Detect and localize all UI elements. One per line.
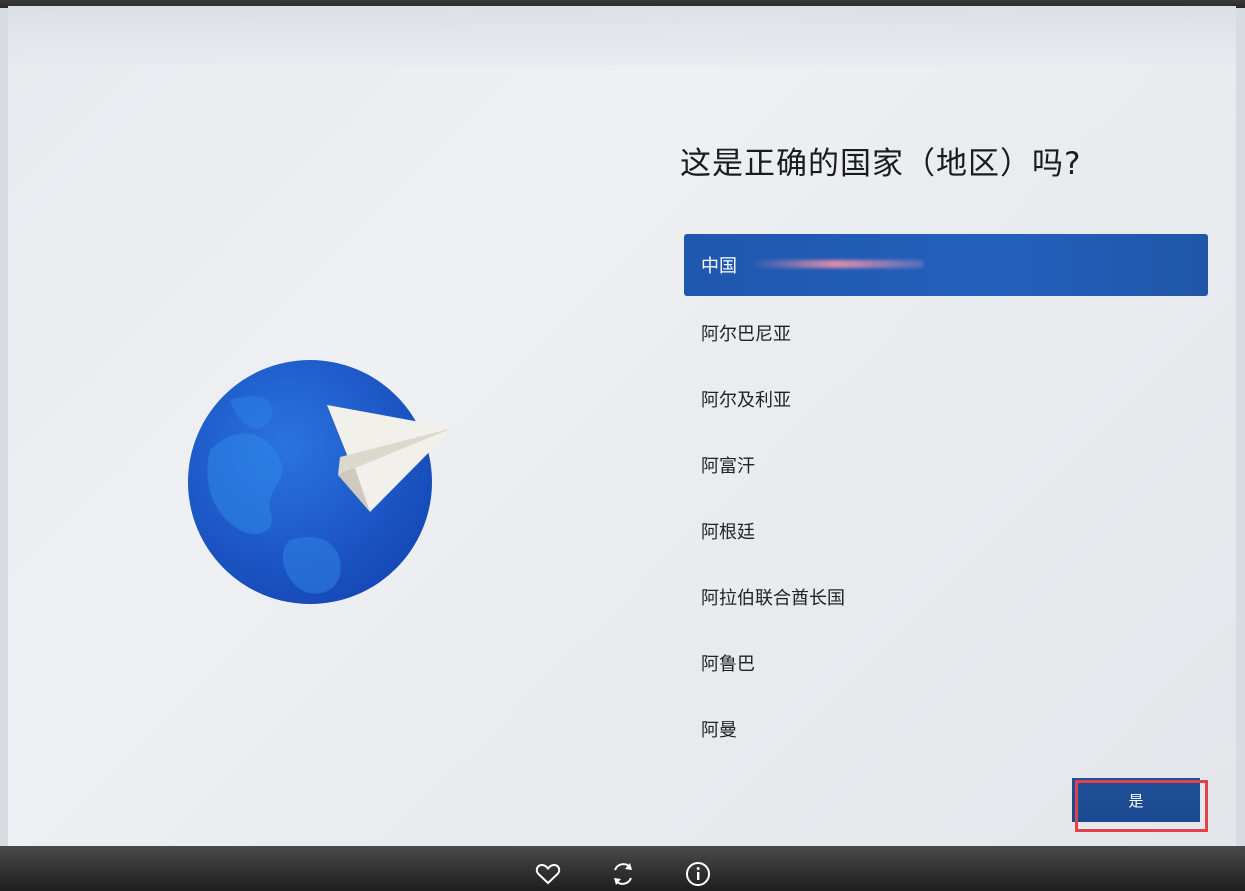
- country-label: 阿曼: [701, 720, 737, 741]
- globe-paper-plane-illustration: [188, 360, 453, 604]
- country-label: 阿拉伯联合酋长国: [701, 588, 845, 609]
- country-label: 中国: [701, 256, 737, 277]
- page-title: 这是正确的国家（地区）吗?: [680, 146, 1082, 182]
- rotate-icon[interactable]: [609, 860, 637, 888]
- screen-glare-streak: [749, 260, 924, 268]
- country-item-oman[interactable]: 阿曼: [684, 696, 1208, 762]
- country-list[interactable]: 中国 阿尔巴尼亚 阿尔及利亚 阿富汗 阿根廷 阿拉伯联合酋长国 阿鲁巴 阿曼: [684, 234, 1208, 762]
- country-label: 阿尔巴尼亚: [701, 324, 791, 345]
- country-label: 阿富汗: [701, 456, 755, 477]
- country-item-uae[interactable]: 阿拉伯联合酋长国: [684, 564, 1208, 630]
- country-item-algeria[interactable]: 阿尔及利亚: [684, 366, 1208, 432]
- country-label: 阿根廷: [701, 522, 755, 543]
- screen-glare: [8, 6, 1236, 66]
- info-icon[interactable]: [684, 860, 712, 888]
- country-label: 阿尔及利亚: [701, 390, 791, 411]
- country-item-afghanistan[interactable]: 阿富汗: [684, 432, 1208, 498]
- heart-icon[interactable]: [534, 860, 562, 888]
- country-item-china[interactable]: 中国: [684, 234, 1208, 296]
- country-label: 阿鲁巴: [701, 654, 755, 675]
- country-item-aruba[interactable]: 阿鲁巴: [684, 630, 1208, 696]
- yes-button[interactable]: 是: [1072, 778, 1200, 822]
- country-item-albania[interactable]: 阿尔巴尼亚: [684, 300, 1208, 366]
- country-item-argentina[interactable]: 阿根廷: [684, 498, 1208, 564]
